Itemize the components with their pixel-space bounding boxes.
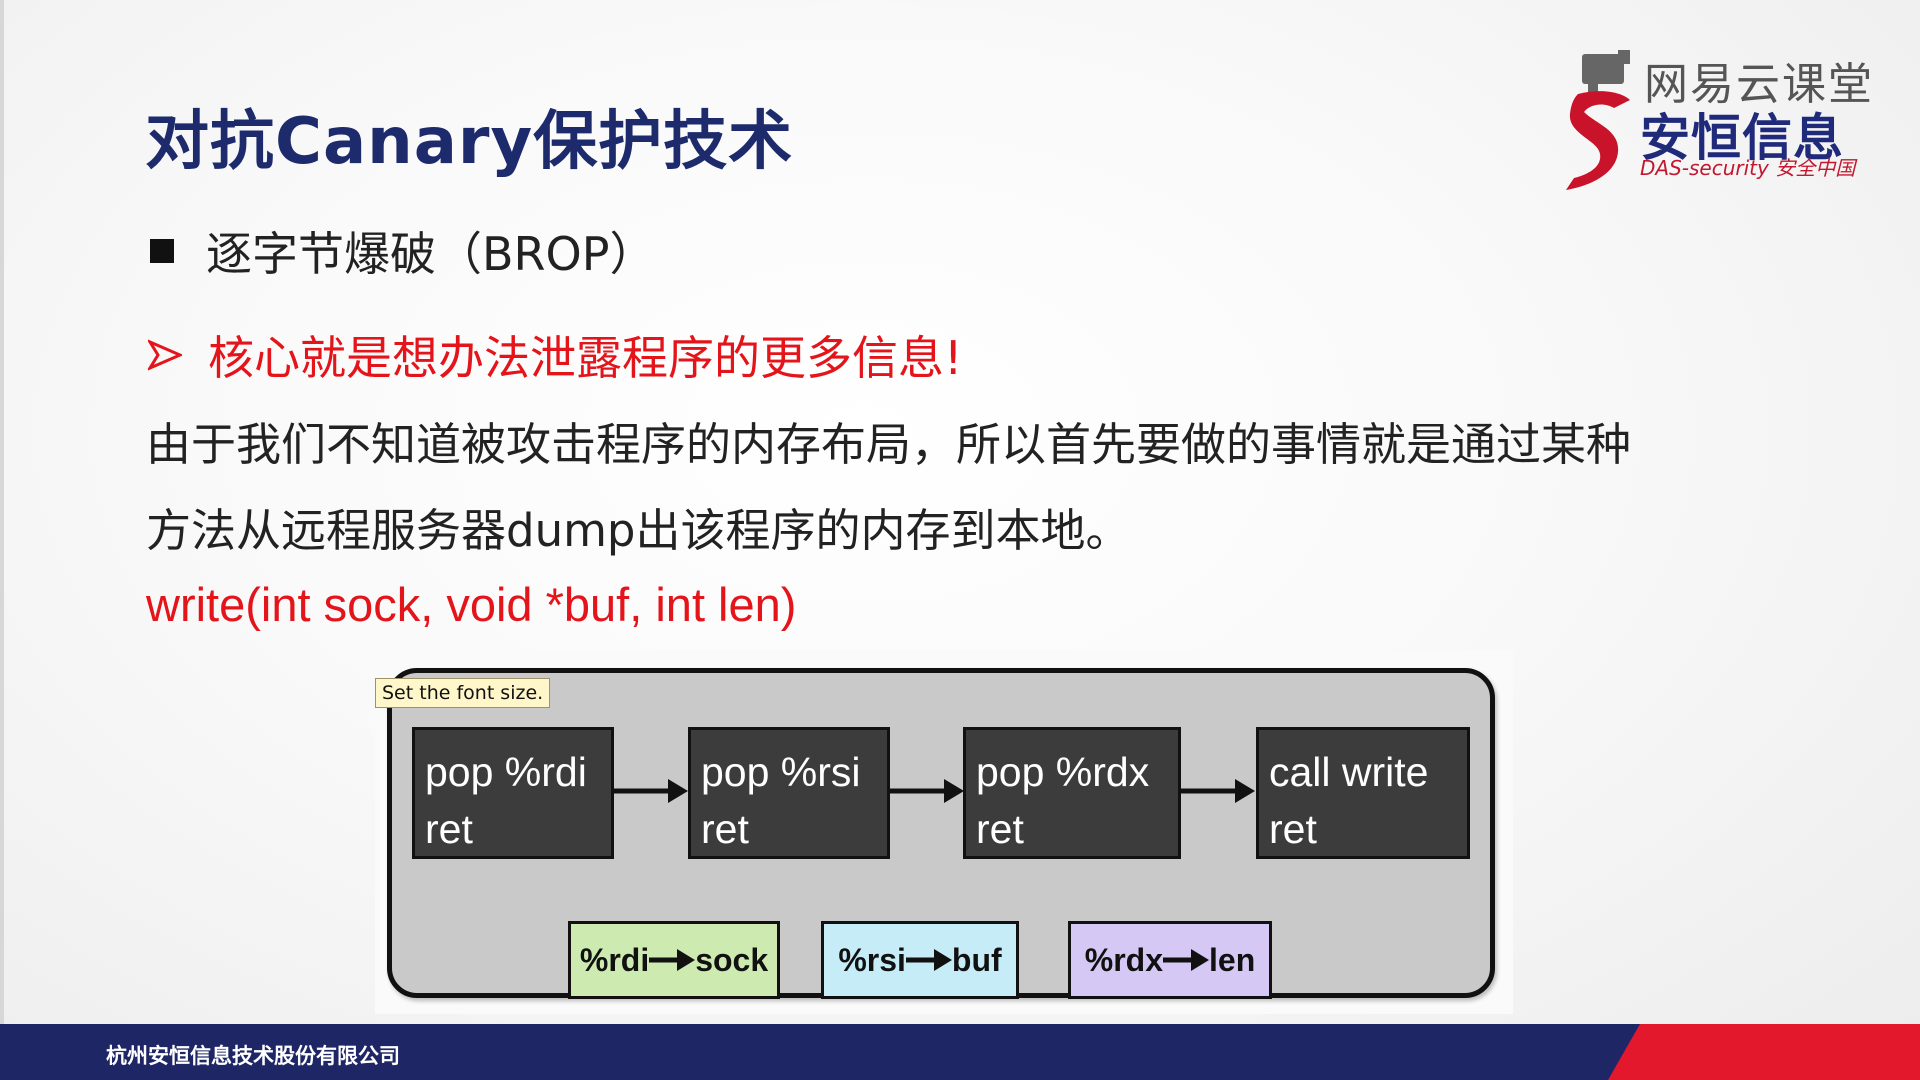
gadget-line-1: pop %rsi (701, 749, 861, 795)
highlight-item: 核心就是想办法泄露程序的更多信息! (148, 322, 962, 388)
gadget-line-2: ret (425, 806, 473, 852)
gadget-line-1: pop %rdx (976, 749, 1150, 795)
arrow-right-icon (1163, 949, 1209, 971)
footer-company-name: 杭州安恒信息技术股份有限公司 (106, 1044, 400, 1068)
font-size-tooltip: Set the font size. (375, 678, 551, 708)
arrow-bullet-icon (148, 339, 182, 371)
left-edge-shade (0, 0, 4, 1080)
gadget-line-1: call write (1269, 749, 1429, 795)
logo: 网易云课堂 安恒信息 DAS-security 安全中国 (1560, 44, 1890, 194)
gadget-pop-rdx: pop %rdx ret (963, 727, 1181, 859)
write-signature: write(int sock, void *buf, int len) (146, 578, 797, 631)
register-name: %rdx (1084, 941, 1163, 978)
gadget-line-1: pop %rdi (425, 749, 587, 795)
bullet-item: 逐字节爆破（BROP） (150, 218, 655, 284)
gadget-pop-rdi: pop %rdi ret (412, 727, 614, 859)
paragraph-line-1: 由于我们不知道被攻击程序的内存布局，所以首先要做的事情就是通过某种 (146, 418, 1632, 471)
gadget-pop-rsi: pop %rsi ret (688, 727, 890, 859)
register-rdi-sock: %rdi sock (568, 921, 780, 999)
gadget-line-2: ret (976, 806, 1024, 852)
flow-arrow-icon (890, 779, 964, 803)
rop-chain-diagram: pop %rdi ret pop %rsi ret pop %rdx ret c… (375, 650, 1513, 1014)
register-name: %rdi (579, 941, 650, 978)
register-rsi-buf: %rsi buf (821, 921, 1019, 999)
square-bullet-icon (150, 239, 174, 263)
register-value: sock (695, 941, 769, 978)
slide-title: 对抗Canary保护技术 (145, 105, 794, 179)
paragraph-line-2: 方法从远程服务器dump出该程序的内存到本地。 (146, 504, 1131, 557)
logo-das-security-text: DAS-security 安全中国 (1640, 156, 1856, 180)
gadget-call-write: call write ret (1256, 727, 1470, 859)
register-value: len (1209, 941, 1256, 978)
highlight-text: 核心就是想办法泄露程序的更多信息! (208, 331, 963, 385)
arrow-right-icon (905, 949, 952, 971)
gadget-line-2: ret (701, 806, 749, 852)
flow-arrow-icon (1181, 779, 1255, 803)
register-rdx-len: %rdx len (1068, 921, 1272, 999)
bullet-text: 逐字节爆破（BROP） (206, 227, 656, 281)
register-value: buf (951, 941, 1002, 978)
gadget-line-2: ret (1269, 806, 1317, 852)
register-name: %rsi (838, 941, 906, 978)
flow-arrow-icon (614, 779, 688, 803)
slide: 对抗Canary保护技术 网易云课堂 安恒信息 DAS-security 安全中… (0, 0, 1920, 1080)
dbappsecurity-s-icon (1566, 91, 1630, 190)
arrow-right-icon (649, 949, 696, 971)
diagram-panel: pop %rdi ret pop %rsi ret pop %rdx ret c… (387, 668, 1495, 999)
